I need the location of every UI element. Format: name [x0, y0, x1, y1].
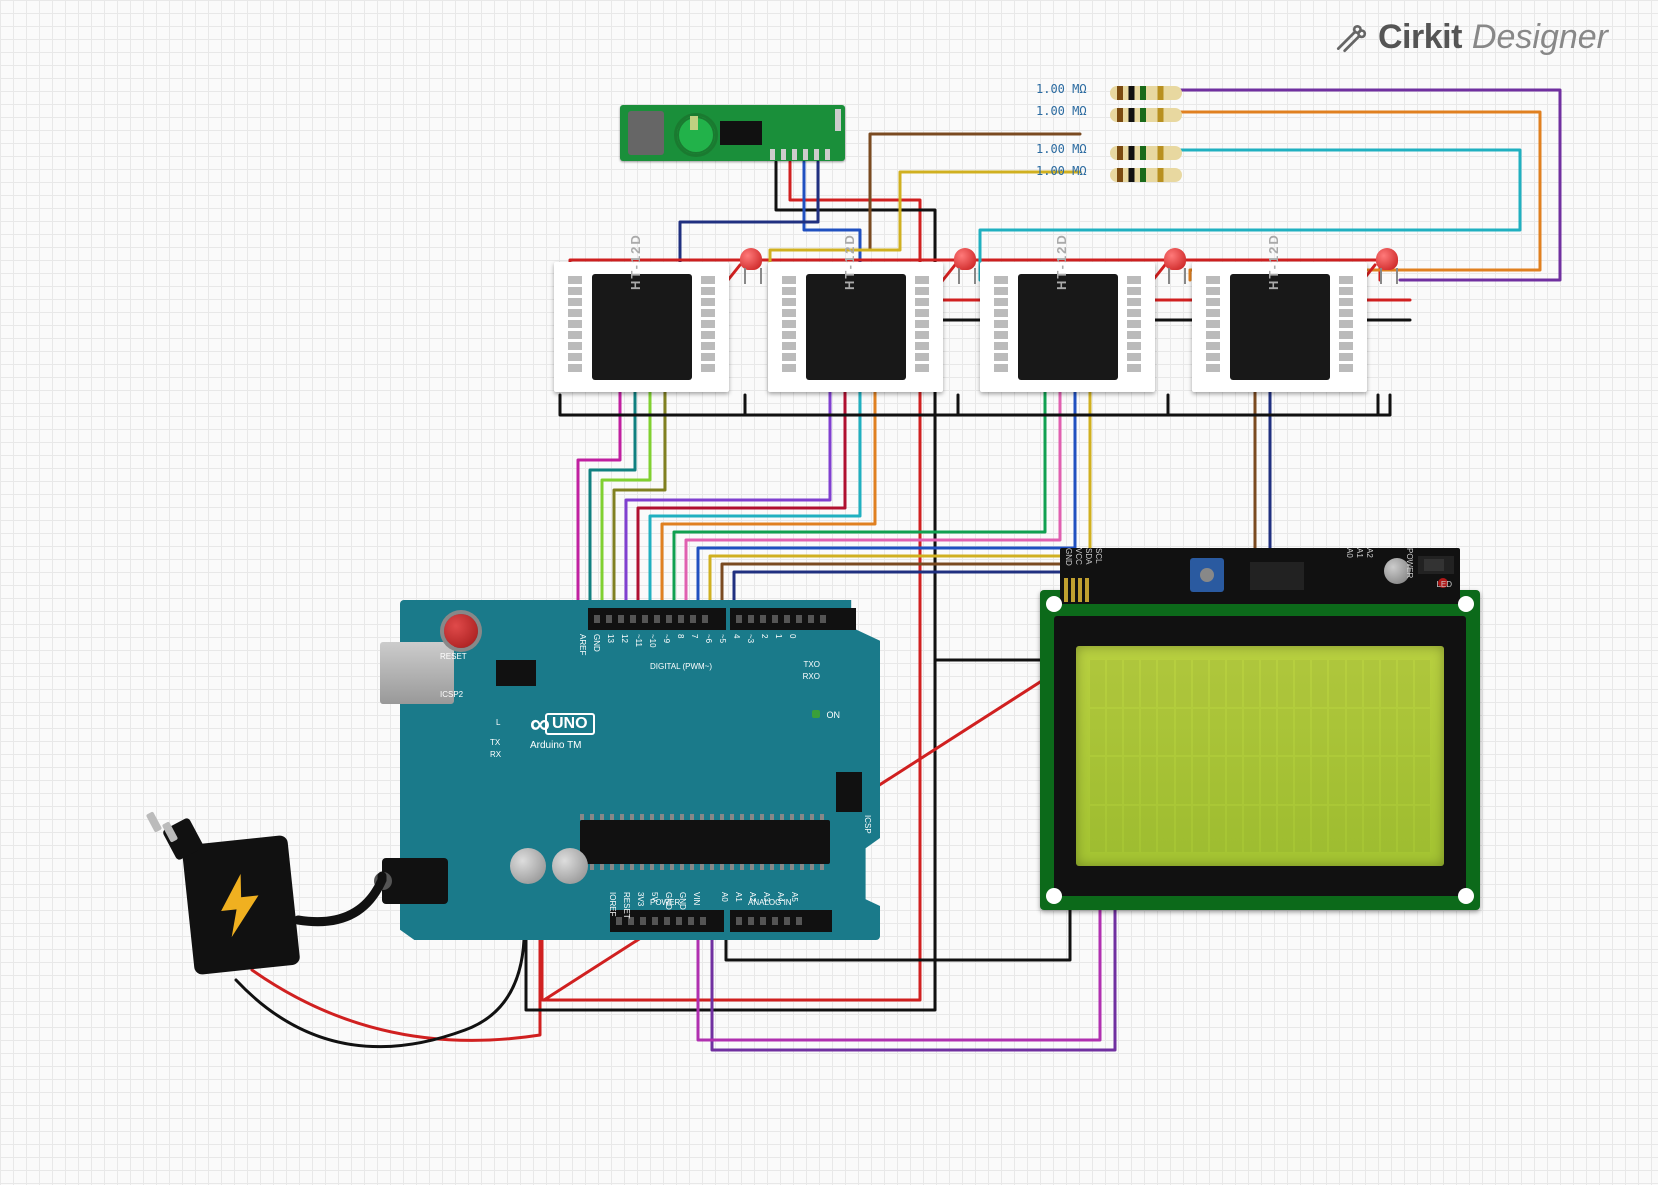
arduino-on-label: ON: [827, 710, 841, 720]
resistor-3[interactable]: 1.00 MΩ: [1110, 146, 1182, 160]
brand-name-2: Designer: [1472, 18, 1608, 57]
led-3[interactable]: [1164, 248, 1192, 284]
lcd-backlight-jumper[interactable]: [1418, 556, 1454, 574]
resistor-4[interactable]: 1.00 MΩ: [1110, 168, 1182, 182]
decoder-4[interactable]: HT-12D: [1192, 262, 1367, 392]
decoder-1-label: HT-12D: [628, 216, 643, 290]
resistor-2[interactable]: 1.00 MΩ: [1110, 108, 1182, 122]
decoder-2-label: HT-12D: [842, 216, 857, 290]
rf-coil: [674, 113, 718, 157]
decoder-1[interactable]: HT-12D: [554, 262, 729, 392]
circuit-canvas[interactable]: Cirkit Designer: [0, 0, 1658, 1185]
lcd-i2c-backpack: GND VCC SDA SCL A0 A1 A2 POWER LED: [1060, 548, 1460, 604]
led-4[interactable]: [1376, 248, 1404, 284]
led-2[interactable]: [954, 248, 982, 284]
power-adapter[interactable]: [170, 820, 310, 990]
lcd-grid: [1090, 660, 1430, 852]
brand-name-1: Cirkit: [1378, 18, 1462, 57]
arduino-icsp2-label: ICSP2: [440, 690, 463, 699]
arduino-atmega-chip: [580, 820, 830, 864]
arduino-header-digital-high: [588, 608, 726, 630]
lightning-icon: [211, 872, 269, 939]
rf-chip: [720, 121, 762, 145]
led-1[interactable]: [740, 248, 768, 284]
arduino-logo: ∞ UNO: [530, 708, 595, 740]
brand-icon: [1334, 21, 1368, 55]
rf-crystal: [628, 111, 664, 155]
arduino-pins-top: AREFGND1312~11~10~987~6~54~3210: [580, 634, 797, 655]
resistor-1[interactable]: 1.00 MΩ: [1110, 86, 1182, 100]
arduino-icsp-label: ICSP: [863, 815, 872, 834]
arduino-reset-button[interactable]: [444, 614, 478, 648]
rf-antenna-pad: [835, 109, 841, 131]
rf-receiver[interactable]: [620, 105, 845, 161]
decoder-2[interactable]: HT-12D: [768, 262, 943, 392]
rf-pins: [770, 149, 830, 160]
arduino-digital-label: DIGITAL (PWM~): [650, 662, 712, 671]
power-plug: [148, 818, 202, 864]
arduino-pins-bot: IOREFRESET3V35VGNDGNDVIN A0A1A2A3A4A5: [610, 892, 799, 919]
lcd-contrast-pot[interactable]: [1190, 558, 1224, 592]
arduino-reset-label: RESET: [440, 652, 467, 661]
arduino-header-digital-low: [730, 608, 856, 630]
arduino-uno[interactable]: RESET ICSP2 ICSP ∞ UNO Arduino TM ON L T…: [400, 600, 880, 940]
arduino-icsp2: [496, 660, 536, 686]
arduino-icsp: [836, 772, 862, 812]
lcd-screen: [1076, 646, 1444, 866]
arduino-on-led: [812, 710, 820, 718]
decoder-4-label: HT-12D: [1266, 216, 1281, 290]
decoder-3[interactable]: HT-12D: [980, 262, 1155, 392]
decoder-3-label: HT-12D: [1054, 216, 1069, 290]
lcd-20x4-i2c[interactable]: GND VCC SDA SCL A0 A1 A2 POWER LED: [1040, 590, 1480, 910]
arduino-barrel-jack: [382, 858, 448, 904]
brand-watermark: Cirkit Designer: [1334, 18, 1608, 57]
